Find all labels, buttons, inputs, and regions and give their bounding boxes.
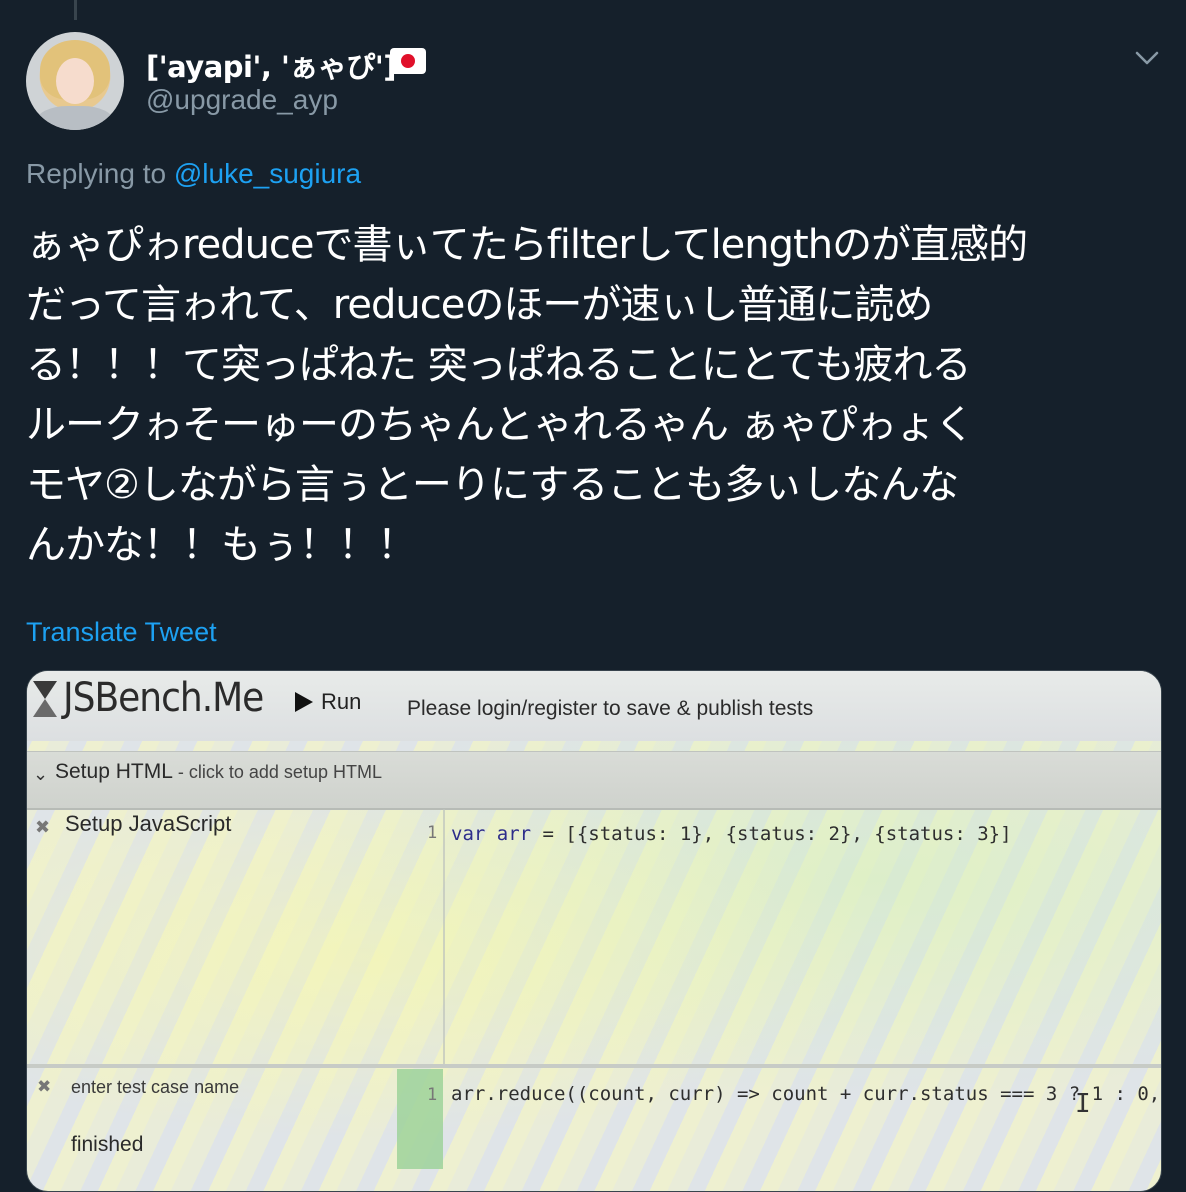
setup-js-label: Setup JavaScript [65, 811, 232, 836]
chevron-down-icon: ⌄ [33, 764, 49, 784]
line-number: 1 [427, 823, 438, 843]
tweet-text: ぁゃぴゎreduceで書ぃてたらfilterしてlengthのが直感的 だって言… [26, 215, 1166, 575]
tweet-text-line: る！！！て突っぱねた 突っぱねることにとても疲れる [26, 342, 972, 388]
setup-js-code: var arr = [{status: 1}, {status: 2}, {st… [451, 823, 1012, 845]
test-case-section: ✖ enter test case name finished 1 arr.re… [27, 1069, 1162, 1191]
run-label: Run [321, 689, 362, 714]
code-rest: = [{status: 1}, {status: 2}, {status: 3}… [531, 823, 1012, 845]
setup-html-hint: - click to add setup HTML [172, 762, 382, 782]
tweet-text-line: ルークゎそーゅーのちゃんとゃれるゃん ぁゃぴゎょく [26, 402, 975, 448]
editor-gutter [397, 1069, 443, 1169]
editor-divider [443, 809, 445, 1064]
run-button: Run [295, 689, 361, 715]
setup-html-label: Setup HTML - click to add setup HTML [55, 760, 382, 784]
login-notice: Please login/register to save & publish … [407, 697, 814, 720]
code-variable: arr [496, 823, 532, 845]
japan-flag-icon [390, 48, 426, 74]
setup-html-section: ⌄ Setup HTML - click to add setup HTML [27, 751, 1161, 810]
jsbench-header: JSBench.Me Run Please login/register to … [27, 671, 1161, 741]
replying-prefix: Replying to [26, 158, 167, 189]
close-icon: ✖ [35, 817, 51, 837]
thread-connector-line [74, 0, 77, 20]
tweet-text-line: ぁゃぴゎreduceで書ぃてたらfilterしてlengthのが直感的 [26, 222, 1028, 268]
tweet-text-line: モヤ②しながら言ぅとーりにすることも多ぃしなんな [26, 462, 959, 508]
setup-html-title: Setup HTML [55, 760, 173, 783]
translate-tweet-link[interactable]: Translate Tweet [26, 617, 217, 648]
test-case-name: enter test case name [71, 1077, 240, 1097]
tweet-text-line: んかな！！もぅ！！！ [26, 522, 417, 568]
close-icon: ✖ [37, 1077, 52, 1096]
code-keyword: var [451, 823, 486, 845]
replying-to-mention[interactable]: @luke_sugiura [174, 158, 361, 189]
user-handle[interactable]: @upgrade_ayp [146, 84, 338, 116]
setup-javascript-section: ✖ Setup JavaScript 1 var arr = [{status:… [27, 809, 1161, 1064]
section-divider [27, 1064, 1161, 1068]
tweet-media-photo[interactable]: JSBench.Me Run Please login/register to … [26, 670, 1162, 1192]
test-case-status: finished [71, 1133, 144, 1156]
chevron-down-icon[interactable] [1133, 44, 1161, 72]
line-number: 1 [427, 1085, 438, 1105]
jsbench-logo: JSBench.Me [63, 675, 264, 721]
text-cursor-icon: I [1075, 1089, 1091, 1119]
avatar[interactable] [26, 32, 124, 130]
play-icon [295, 692, 313, 712]
display-name[interactable]: ['ayapi', 'ぁゃぴ'] [146, 44, 396, 86]
hourglass-icon [33, 681, 57, 717]
tweet-text-line: だって言ゎれて、reduceのほーが速ぃし普通に読め [26, 282, 933, 328]
test-case-code: arr.reduce((count, curr) => count + curr… [451, 1083, 1162, 1105]
replying-to-line: Replying to @luke_sugiura [26, 158, 361, 190]
